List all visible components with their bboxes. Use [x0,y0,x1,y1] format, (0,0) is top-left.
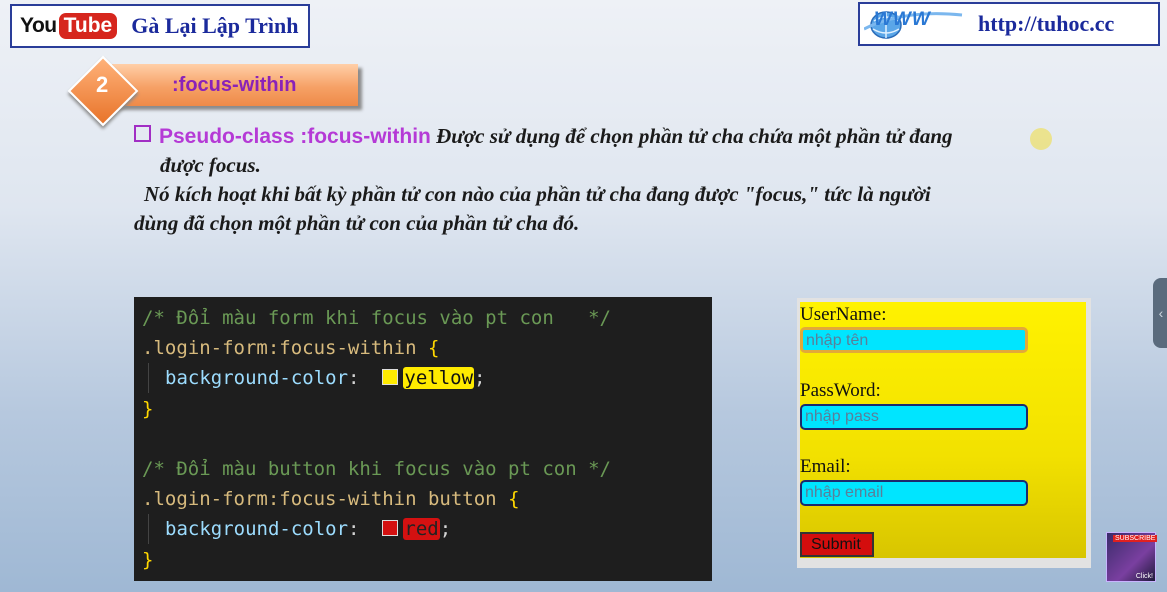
www-globe-icon: WWW [863,7,964,41]
code-selector-1: .login-form:focus-within [142,337,417,360]
youtube-logo-you: You [20,14,57,37]
section-tag: :focus-within 2 [67,55,364,127]
code-colon-1: : [348,367,360,390]
description-line-3: Nó kích hoạt khi bất kỳ phần tử con nào … [144,182,931,206]
section-number: 2 [96,72,109,97]
code-close-line-2: } [142,545,712,575]
password-input[interactable]: nhập pass [800,404,1028,430]
youtube-logo: You Tube [20,13,118,39]
avatar-subscribe-badge: SUBSCRIBE [1113,535,1158,542]
indent-guide: background-color: yellow; [148,363,486,394]
section-title: :focus-within [172,74,297,96]
password-label: PassWord: [800,380,881,401]
code-close-line-1: } [142,394,712,424]
css-code-block: /* Đổi màu form khi focus vào pt con */ … [134,297,712,581]
code-comment-1: /* Đổi màu form khi focus vào pt con */ [142,307,611,329]
email-label: Email: [800,456,851,477]
email-input[interactable]: nhập email [800,480,1028,506]
website-header: WWW http://tuhoc.cc [858,2,1160,46]
code-value-yellow: yellow [403,367,475,390]
channel-header: You Tube Gà Lại Lập Trình [10,4,310,48]
code-open-brace-2: { [508,488,520,511]
avatar-click-label: Click! [1135,573,1153,580]
checkbox-bullet-icon [134,125,151,142]
description-line-4: dùng đã chọn một phần tử con của phần tử… [134,211,580,235]
youtube-logo-tube: Tube [58,13,118,39]
channel-avatar[interactable]: SUBSCRIBE Click! [1106,532,1158,582]
username-label: UserName: [800,304,887,325]
www-text: WWW [874,9,931,30]
code-close-brace-1: } [142,397,154,420]
code-declaration-1: background-color: yellow; [142,363,712,394]
code-value-red: red [403,518,440,541]
code-property-1: background-color [165,367,349,390]
description-line1-rest: Được sử dụng để chọn phần tử cha chứa mộ… [436,124,953,148]
code-colon-2: : [348,518,360,541]
code-selector-line-1: .login-form:focus-within { [142,333,712,363]
code-property-2: background-color [165,518,349,541]
submit-button[interactable]: Submit [800,532,874,557]
channel-name: Gà Lại Lập Trình [131,13,299,38]
description: Pseudo-class :focus-within Được sử dụng … [134,122,1094,238]
code-semicolon-1: ; [474,367,486,390]
code-selector-2: .login-form:focus-within button [142,488,497,511]
code-selector-line-2: .login-form:focus-within button { [142,484,712,514]
side-panel-chevron-icon[interactable]: ‹ [1153,278,1167,348]
red-color-swatch-icon [382,520,399,537]
description-line-2: được focus. [160,153,261,177]
code-declaration-2: background-color: red; [142,514,712,545]
description-line-1: Pseudo-class :focus-within Được sử dụng … [134,122,1094,151]
code-close-brace-2: } [142,548,154,571]
description-heading: Pseudo-class :focus-within [159,125,431,148]
code-semicolon-2: ; [439,518,452,541]
site-url: http://tuhoc.cc [978,11,1115,36]
code-open-brace-1: { [428,337,440,360]
login-form: UserName: nhập tên PassWord: nhập pass E… [800,302,1086,558]
username-input[interactable]: nhập tên [800,327,1028,353]
code-comment-2: /* Đổi màu button khi focus vào pt con *… [142,457,611,480]
yellow-color-swatch-icon [382,369,399,386]
cursor-highlight [1030,128,1052,150]
indent-guide: background-color: red; [148,514,452,545]
